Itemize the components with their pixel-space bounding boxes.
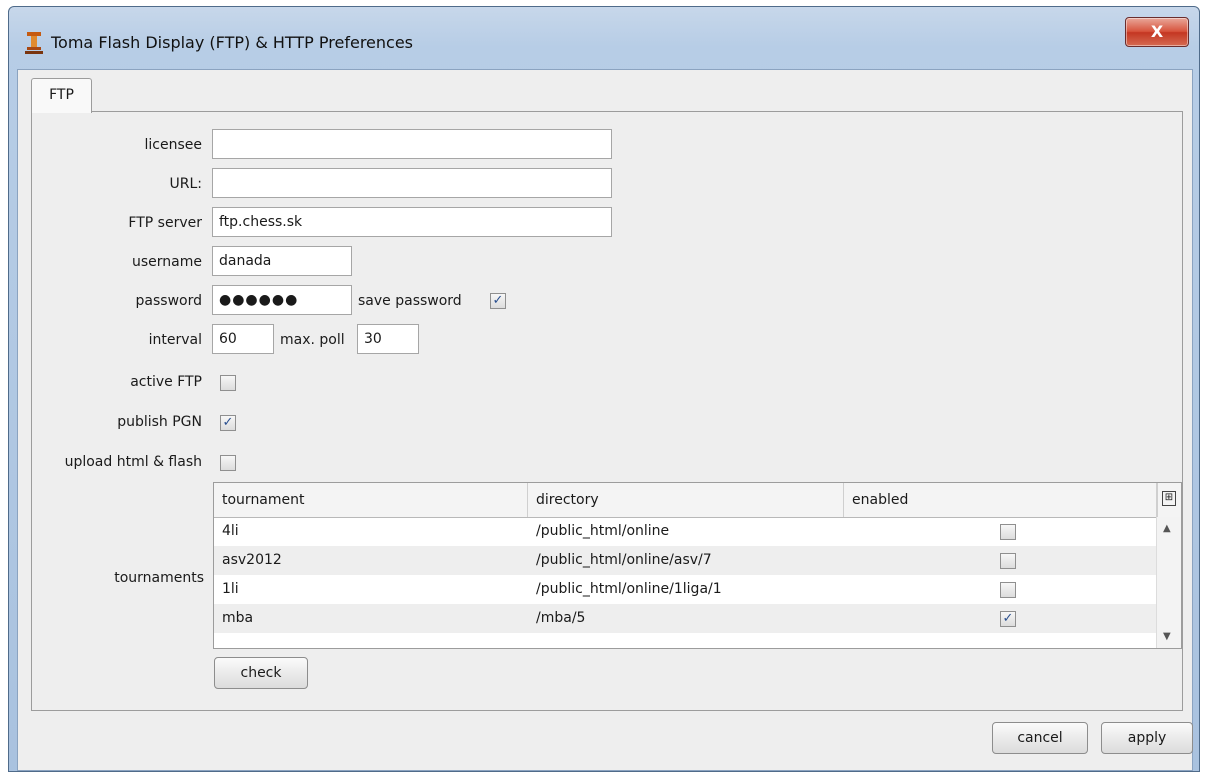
save-password-label: save password bbox=[358, 293, 462, 309]
scroll-down-icon[interactable]: ▼ bbox=[1163, 631, 1171, 642]
table-row[interactable]: 4li /public_html/online bbox=[214, 517, 1157, 546]
tournament-cell: mba bbox=[222, 610, 254, 626]
title-bar[interactable]: Toma Flash Display (FTP) & HTTP Preferen… bbox=[9, 7, 1199, 69]
active-ftp-checkbox[interactable] bbox=[220, 375, 236, 391]
url-input[interactable] bbox=[212, 168, 612, 198]
active-ftp-label: active FTP bbox=[130, 374, 202, 390]
max-poll-input[interactable]: 30 bbox=[357, 324, 419, 354]
check-button[interactable]: check bbox=[214, 657, 308, 689]
column-chooser-icon: ⊞ bbox=[1162, 491, 1176, 506]
licensee-label: licensee bbox=[144, 137, 202, 153]
password-label: password bbox=[135, 293, 202, 309]
tournament-cell: asv2012 bbox=[222, 552, 282, 568]
table-row[interactable]: 1li /public_html/online/1liga/1 bbox=[214, 575, 1157, 604]
ftp-server-input[interactable]: ftp.chess.sk bbox=[212, 207, 612, 237]
ftp-panel: licensee URL: FTP server ftp.chess.sk us… bbox=[31, 111, 1183, 711]
cancel-button[interactable]: cancel bbox=[992, 722, 1088, 754]
close-button[interactable]: X bbox=[1125, 17, 1189, 47]
ftp-server-label: FTP server bbox=[128, 215, 202, 231]
interval-label: interval bbox=[148, 332, 202, 348]
licensee-input[interactable] bbox=[212, 129, 612, 159]
tournaments-table: tournament directory enabled ⊞ 4li /publ… bbox=[213, 482, 1182, 649]
table-row[interactable]: mba /mba/5 ✓ bbox=[214, 604, 1157, 633]
apply-button[interactable]: apply bbox=[1101, 722, 1193, 754]
enabled-checkbox[interactable]: ✓ bbox=[1000, 611, 1016, 627]
url-label: URL: bbox=[169, 176, 203, 192]
upload-html-flash-checkbox[interactable] bbox=[220, 455, 236, 471]
enabled-checkbox[interactable] bbox=[1000, 553, 1016, 569]
enabled-checkbox[interactable] bbox=[1000, 582, 1016, 598]
dialog-content: FTP licensee URL: FTP server ftp.chess.s… bbox=[17, 69, 1193, 771]
app-icon bbox=[25, 32, 43, 54]
scroll-up-icon[interactable]: ▲ bbox=[1163, 523, 1171, 534]
column-header-tournament[interactable]: tournament bbox=[214, 483, 528, 517]
username-input[interactable]: danada bbox=[212, 246, 352, 276]
table-header: tournament directory enabled ⊞ bbox=[214, 483, 1181, 518]
preferences-window: Toma Flash Display (FTP) & HTTP Preferen… bbox=[8, 6, 1200, 772]
save-password-checkbox[interactable]: ✓ bbox=[490, 293, 506, 309]
directory-cell: /public_html/online/asv/7 bbox=[536, 552, 712, 568]
username-label: username bbox=[132, 254, 202, 270]
tournament-cell: 1li bbox=[222, 581, 239, 597]
enabled-checkbox[interactable] bbox=[1000, 524, 1016, 540]
column-chooser-button[interactable]: ⊞ bbox=[1157, 483, 1181, 517]
directory-cell: /public_html/online bbox=[536, 523, 670, 539]
max-poll-label: max. poll bbox=[280, 332, 345, 348]
publish-pgn-checkbox[interactable]: ✓ bbox=[220, 415, 236, 431]
window-title: Toma Flash Display (FTP) & HTTP Preferen… bbox=[51, 33, 414, 52]
tournaments-label: tournaments bbox=[114, 570, 204, 586]
column-header-enabled[interactable]: enabled bbox=[844, 483, 1157, 517]
password-input[interactable]: ●●●●●● bbox=[212, 285, 352, 315]
upload-html-flash-label: upload html & flash bbox=[64, 454, 202, 470]
tournament-cell: 4li bbox=[222, 523, 239, 539]
directory-cell: /mba/5 bbox=[536, 610, 586, 626]
tab-ftp[interactable]: FTP bbox=[31, 78, 92, 113]
table-row[interactable]: asv2012 /public_html/online/asv/7 bbox=[214, 546, 1157, 575]
table-scrollbar[interactable]: ▲ ▼ bbox=[1156, 517, 1181, 648]
column-header-directory[interactable]: directory bbox=[528, 483, 844, 517]
interval-input[interactable]: 60 bbox=[212, 324, 274, 354]
directory-cell: /public_html/online/1liga/1 bbox=[536, 581, 722, 597]
publish-pgn-label: publish PGN bbox=[117, 414, 202, 430]
